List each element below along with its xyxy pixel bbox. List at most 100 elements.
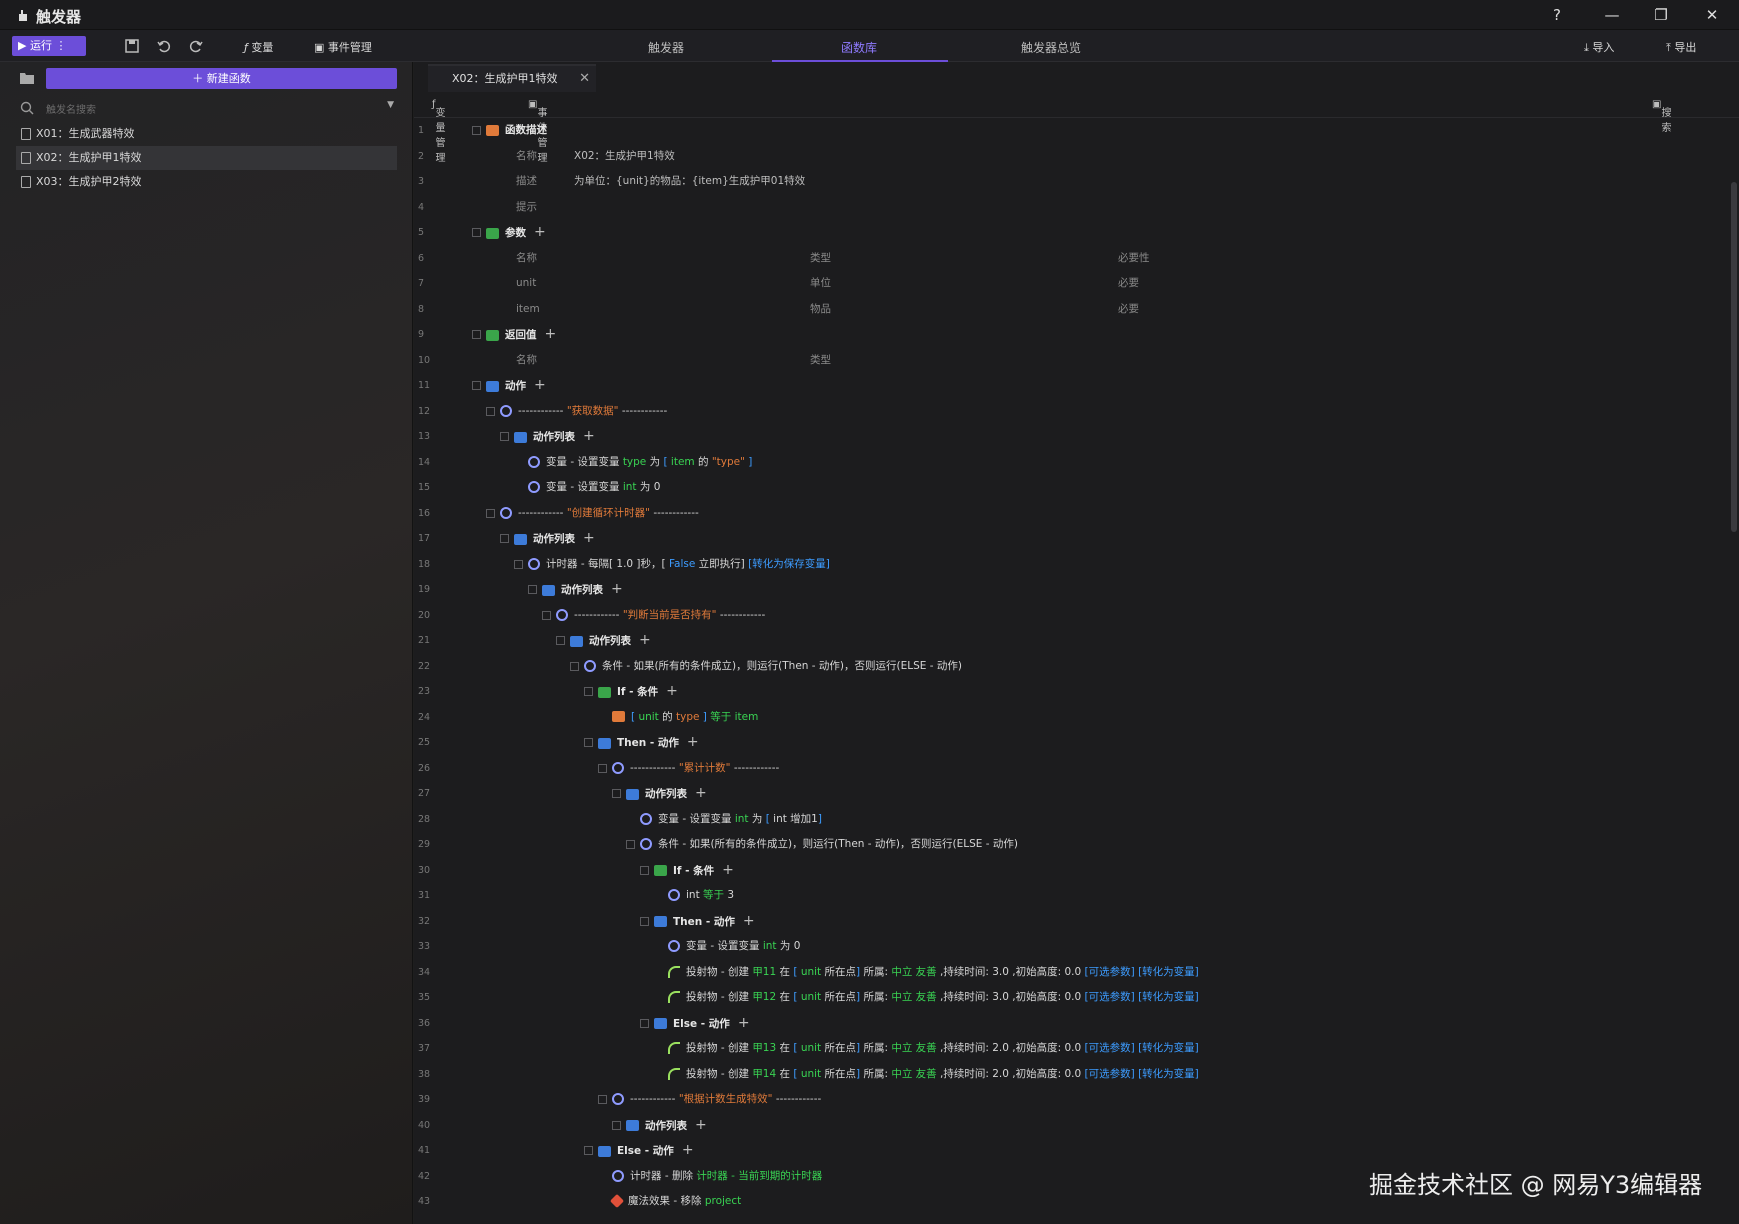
code-line[interactable]: 16 ------------ "创建循环计时器" ------------ <box>414 501 1724 526</box>
collapse-toggle[interactable] <box>598 1095 607 1104</box>
new-function-button[interactable]: ＋ 新建函数 <box>46 68 397 89</box>
collapse-toggle[interactable] <box>486 508 495 518</box>
collapse-toggle[interactable] <box>570 661 579 671</box>
restore-button[interactable]: ❐ <box>1648 4 1674 26</box>
collapse-toggle[interactable] <box>472 381 481 390</box>
add-icon[interactable]: + <box>583 428 595 444</box>
add-icon[interactable]: + <box>682 1142 694 1158</box>
add-icon[interactable]: + <box>695 1117 707 1133</box>
tab-function-library[interactable]: 函数库 <box>841 39 877 56</box>
collapse-toggle[interactable] <box>584 1146 593 1155</box>
collapse-toggle[interactable] <box>626 840 635 849</box>
collapse-toggle[interactable] <box>528 585 537 594</box>
code-line[interactable]: 4 提示 <box>414 195 1724 220</box>
add-icon[interactable]: + <box>722 862 734 878</box>
code-line[interactable]: 5 参数 + <box>414 220 1724 245</box>
collapse-toggle[interactable] <box>640 1018 649 1028</box>
events-button[interactable]: ▣ 事件管理 <box>314 39 372 55</box>
help-icon[interactable]: ? <box>1544 4 1570 26</box>
token[interactable]: [转化为变量] <box>1138 991 1199 1003</box>
code-line[interactable]: 9 返回值 + <box>414 322 1724 347</box>
close-tab-icon[interactable]: ✕ <box>579 66 590 92</box>
code-line[interactable]: 34 投射物 - 创建 甲11 在 [ unit 所在点] 所属: 中立 友善 ,… <box>414 960 1724 985</box>
token[interactable]: [可选参数] <box>1085 1042 1135 1054</box>
search-field[interactable]: 触发名搜索 ▼ <box>18 98 398 118</box>
code-line[interactable]: 36 Else - 动作 + <box>414 1011 1724 1036</box>
function-item[interactable]: X01：生成武器特效 <box>16 122 397 146</box>
run-button[interactable]: ▶ 运行 ⋮ <box>12 36 86 56</box>
field-value[interactable]: X02：生成护甲1特效 <box>574 144 675 169</box>
minimize-button[interactable]: — <box>1599 4 1625 26</box>
token[interactable]: [转化为变量] <box>1138 1042 1199 1054</box>
import-button[interactable]: ⤓ 导入 <box>1584 39 1614 55</box>
add-icon[interactable]: + <box>583 530 595 546</box>
code-line[interactable]: 39 ------------ "根据计数生成特效" ------------ <box>414 1087 1724 1112</box>
function-item-selected[interactable]: X02：生成护甲1特效 <box>16 146 397 170</box>
code-line[interactable]: 25 Then - 动作 + <box>414 730 1724 755</box>
code-line[interactable]: 26 ------------ "累计计数" ------------ <box>414 756 1724 781</box>
code-line[interactable]: 11 动作 + <box>414 373 1724 398</box>
code-line[interactable]: 29 条件 - 如果(所有的条件成立)，则运行(Then - 动作)，否则运行(E… <box>414 832 1724 857</box>
collapse-toggle[interactable] <box>472 330 481 339</box>
token[interactable]: [转化为变量] <box>1138 1068 1199 1080</box>
code-line[interactable]: 38 投射物 - 创建 甲14 在 [ unit 所在点] 所属: 中立 友善 ,… <box>414 1062 1724 1087</box>
variables-button[interactable]: ƒ 变量 <box>244 39 273 55</box>
code-line[interactable]: 10 名称 类型 <box>414 348 1724 373</box>
folder-icon[interactable] <box>20 72 34 84</box>
add-icon[interactable]: + <box>687 734 699 750</box>
tab-triggers[interactable]: 触发器 <box>648 39 684 56</box>
code-line[interactable]: 22 条件 - 如果(所有的条件成立)，则运行(Then - 动作)，否则运行(E… <box>414 654 1724 679</box>
code-line[interactable]: 20 ------------ "判断当前是否持有" ------------ <box>414 603 1724 628</box>
code-line[interactable]: 12 ------------ "获取数据" ------------ <box>414 399 1724 424</box>
code-line[interactable]: 23 If - 条件 + <box>414 679 1724 704</box>
export-button[interactable]: ⤒ 导出 <box>1666 39 1696 55</box>
code-line[interactable]: 14 变量 - 设置变量 type 为 [ item 的 "type" ] <box>414 450 1724 475</box>
collapse-toggle[interactable] <box>612 1120 621 1130</box>
code-line[interactable]: 35 投射物 - 创建 甲12 在 [ unit 所在点] 所属: 中立 友善 ,… <box>414 985 1724 1010</box>
token[interactable]: [可选参数] <box>1085 966 1135 978</box>
code-line[interactable]: 37 投射物 - 创建 甲13 在 [ unit 所在点] 所属: 中立 友善 ,… <box>414 1036 1724 1061</box>
variable-manage-button[interactable]: ƒ 变量管理 <box>432 99 446 164</box>
code-line[interactable]: 30 If - 条件 + <box>414 858 1724 883</box>
collapse-toggle[interactable] <box>500 432 509 441</box>
code-line[interactable]: 13 动作列表 + <box>414 424 1724 449</box>
code-line[interactable]: 18 计时器 - 每隔[ 1.0 ]秒，[ False 立即执行] [转化为保存变… <box>414 552 1724 577</box>
token[interactable]: [可选参数] <box>1085 1068 1135 1080</box>
code-line[interactable]: 33 变量 - 设置变量 int 为 0 <box>414 934 1724 959</box>
collapse-toggle[interactable] <box>472 228 481 237</box>
scrollbar-thumb[interactable] <box>1731 182 1737 532</box>
undo-icon[interactable] <box>156 38 172 54</box>
collapse-toggle[interactable] <box>486 406 495 416</box>
close-window-button[interactable]: ✕ <box>1699 4 1725 26</box>
collapse-toggle[interactable] <box>612 789 621 798</box>
editor-tab[interactable]: X02：生成护甲1特效 ✕ <box>428 64 596 92</box>
code-line[interactable]: 2 名称 X02：生成护甲1特效 <box>414 144 1724 169</box>
save-icon[interactable] <box>124 38 140 54</box>
collapse-toggle[interactable] <box>584 738 593 747</box>
add-icon[interactable]: + <box>545 326 557 342</box>
collapse-toggle[interactable] <box>500 534 509 543</box>
code-line[interactable]: 40 动作列表 + <box>414 1113 1724 1138</box>
code-line[interactable]: 41 Else - 动作 + <box>414 1138 1724 1163</box>
add-icon[interactable]: + <box>534 377 546 393</box>
add-icon[interactable]: + <box>611 581 623 597</box>
add-icon[interactable]: + <box>666 683 678 699</box>
collapse-toggle[interactable] <box>542 610 551 620</box>
code-line[interactable]: 27 动作列表 + <box>414 781 1724 806</box>
token[interactable]: [转化为变量] <box>1138 966 1199 978</box>
token[interactable]: False <box>669 558 695 570</box>
code-line[interactable]: 17 动作列表 + <box>414 526 1724 551</box>
add-icon[interactable]: + <box>738 1015 750 1031</box>
add-icon[interactable]: + <box>695 785 707 801</box>
field-value[interactable]: 为单位：{unit}的物品：{item}生成护甲01特效 <box>574 169 805 194</box>
collapse-toggle[interactable] <box>598 763 607 773</box>
code-line[interactable]: 21 动作列表 + <box>414 628 1724 653</box>
code-line[interactable]: 6 名称 类型 必要性 <box>414 246 1724 271</box>
code-line[interactable]: 28 变量 - 设置变量 int 为 [ int 增加1] <box>414 807 1724 832</box>
token[interactable]: [可选参数] <box>1085 991 1135 1003</box>
code-line[interactable]: 7 unit 单位 必要 <box>414 271 1724 296</box>
code-line[interactable]: 19 动作列表 + <box>414 577 1724 602</box>
code-line[interactable]: 3 描述 为单位：{unit}的物品：{item}生成护甲01特效 <box>414 169 1724 194</box>
code-line[interactable]: 8 item 物品 必要 <box>414 297 1724 322</box>
collapse-toggle[interactable] <box>640 916 649 926</box>
